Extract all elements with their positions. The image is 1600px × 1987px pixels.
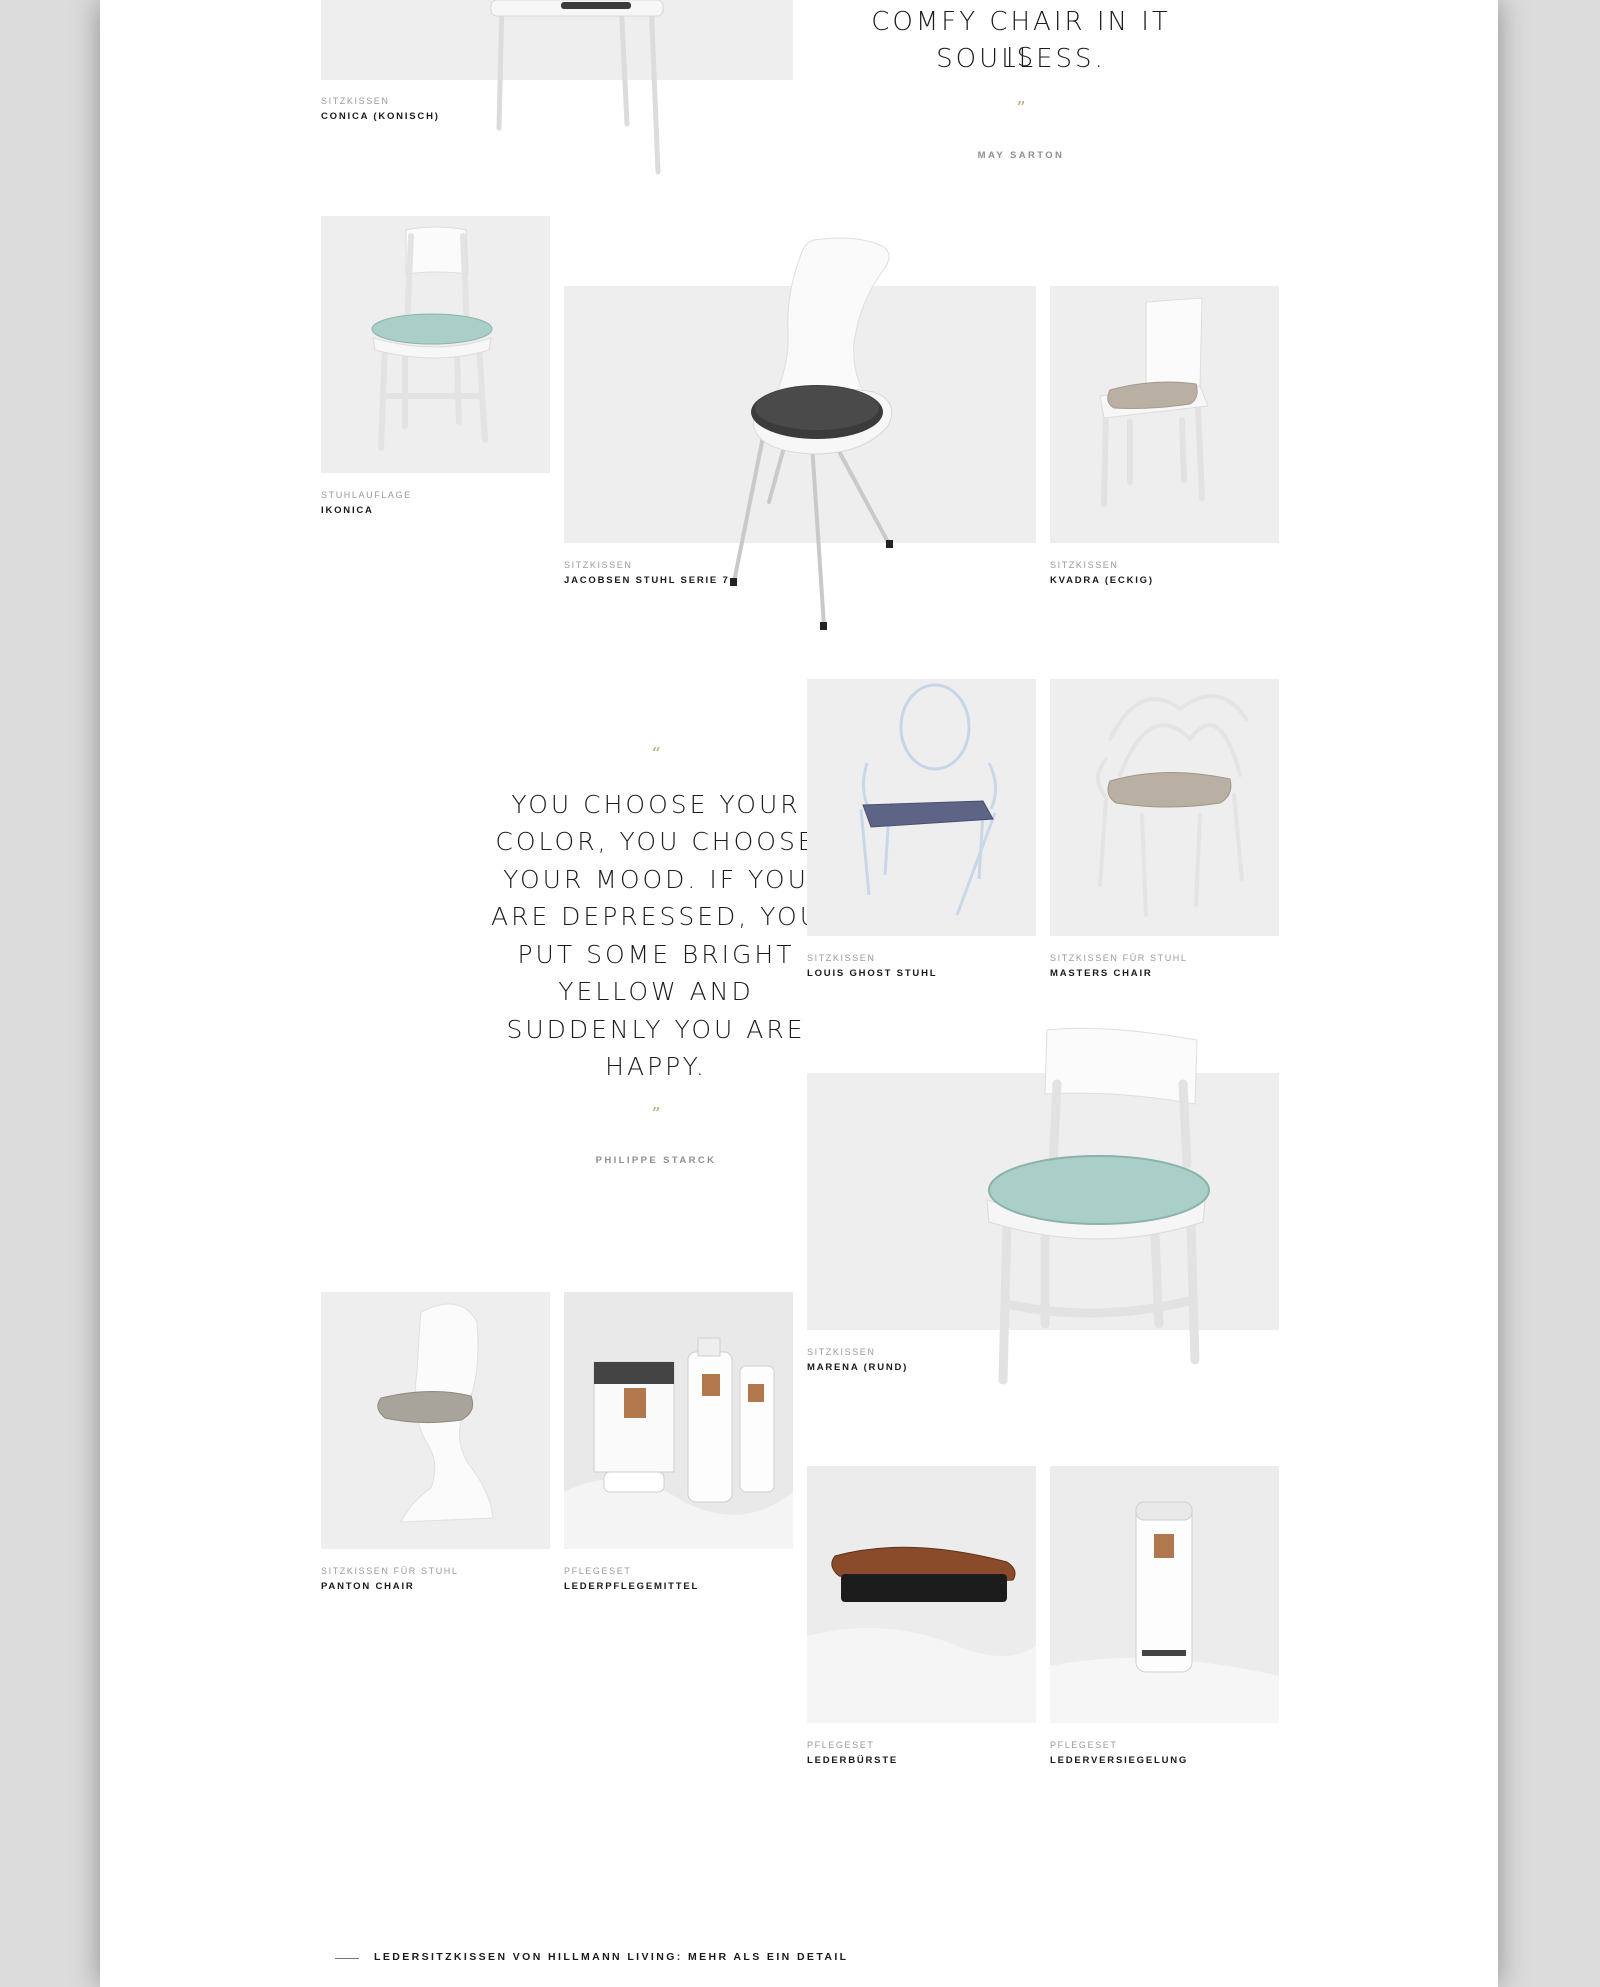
open-quote-mark: “: [651, 744, 661, 765]
product-name[interactable]: MARENA (RUND): [807, 1362, 908, 1373]
quote-text-line: SUDDENLY YOU ARE: [506, 1015, 806, 1044]
quote-text-line: COLOR, YOU CHOOSE: [495, 827, 817, 856]
product-card-ikonica[interactable]: STUHLAUFLAGE IKONICA: [321, 216, 550, 516]
product-category: PFLEGESET: [1050, 1740, 1118, 1750]
product-name[interactable]: PANTON CHAIR: [321, 1581, 415, 1592]
product-card-lederversiegelung[interactable]: PFLEGESET LEDERVERSIEGELUNG: [1050, 1466, 1279, 1766]
product-category: PFLEGESET: [564, 1566, 632, 1576]
product-category: SITZKISSEN: [321, 96, 390, 106]
product-card-masters[interactable]: SITZKISSEN FÜR STUHL MASTERS CHAIR: [1050, 679, 1279, 979]
product-name[interactable]: LEDERPFLEGEMITTEL: [564, 1581, 699, 1592]
page: SITZKISSEN CONICA (KONISCH) COMFY CHAIR …: [100, 0, 1498, 1987]
quote-text-line: YELLOW AND: [558, 977, 754, 1006]
product-card-louis[interactable]: SITZKISSEN LOUIS GHOST STUHL: [807, 679, 1036, 979]
product-category: SITZKISSEN: [807, 1347, 876, 1357]
product-category: STUHLAUFLAGE: [321, 490, 412, 500]
care-set-image: [564, 1337, 793, 1549]
product-name[interactable]: KVADRA (ECKIG): [1050, 575, 1154, 586]
chair-image-ikonica: [371, 226, 493, 451]
product-name[interactable]: IKONICA: [321, 505, 374, 516]
chair-image-jacobsen: [730, 237, 893, 630]
quote-text-line: ARE DEPRESSED, YOU: [490, 902, 822, 931]
product-name[interactable]: CONICA (KONISCH): [321, 111, 440, 122]
chair-image-masters: [1096, 694, 1248, 917]
close-quote-mark: ”: [1016, 98, 1026, 119]
chair-image-kvadra: [1099, 297, 1209, 507]
chair-image-panton: [377, 1303, 494, 1523]
chair-image-louis: [859, 683, 997, 916]
product-card-lederpflegemittel[interactable]: PFLEGESET LEDERPFLEGEMITTEL: [564, 1292, 793, 1592]
quote-text-line: SOULLESS.: [936, 44, 1106, 74]
quote-author: PHILIPPE STARCK: [595, 1155, 717, 1166]
product-card-panton[interactable]: SITZKISSEN FÜR STUHL PANTON CHAIR: [321, 1292, 550, 1592]
product-name[interactable]: LEDERVERSIEGELUNG: [1050, 1755, 1188, 1766]
product-name[interactable]: MASTERS CHAIR: [1050, 968, 1153, 979]
brush-image: [807, 1546, 1036, 1723]
quote-author: MAY SARTON: [977, 150, 1065, 161]
chair-image-conica: [490, 0, 664, 175]
quote-text-line: HAPPY.: [605, 1052, 707, 1081]
bottle-image: [1050, 1501, 1279, 1723]
product-card-lederbuerste[interactable]: PFLEGESET LEDERBÜRSTE: [807, 1466, 1036, 1766]
product-category: SITZKISSEN FÜR STUHL: [321, 1566, 459, 1576]
product-category: SITZKISSEN FÜR STUHL: [1050, 953, 1188, 963]
product-name[interactable]: JACOBSEN STUHL SERIE 7: [564, 575, 730, 586]
product-category: SITZKISSEN: [807, 953, 876, 963]
close-quote-mark: ”: [651, 1104, 661, 1125]
product-card-conica[interactable]: SITZKISSEN CONICA (KONISCH): [321, 0, 793, 180]
quote-text-line: YOU CHOOSE YOUR: [511, 790, 801, 819]
quote-text-line: PUT SOME BRIGHT: [517, 940, 795, 969]
section-heading: LEDERSITZKISSEN VON HILLMANN LIVING: MEH…: [374, 1951, 849, 1963]
product-card-jacobsen[interactable]: SITZKISSEN JACOBSEN STUHL SERIE 7: [564, 232, 1036, 632]
product-category: SITZKISSEN: [564, 560, 633, 570]
product-category: PFLEGESET: [807, 1740, 875, 1750]
product-name[interactable]: LOUIS GHOST STUHL: [807, 968, 937, 979]
product-name[interactable]: LEDERBÜRSTE: [807, 1755, 898, 1766]
quote-text-line: YOUR MOOD. IF YOU: [503, 865, 809, 894]
product-card-kvadra[interactable]: SITZKISSEN KVADRA (ECKIG): [1050, 286, 1279, 586]
product-category: SITZKISSEN: [1050, 560, 1119, 570]
product-card-marena[interactable]: SITZKISSEN MARENA (RUND): [807, 1024, 1279, 1424]
footer-divider: [335, 1958, 359, 1959]
